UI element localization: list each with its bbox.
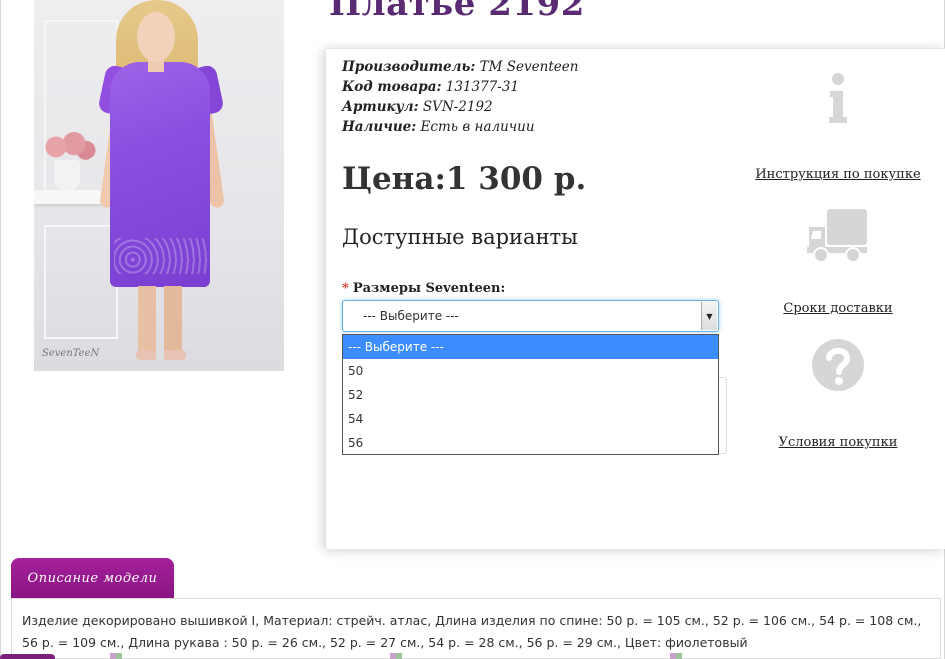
product-photo[interactable]: SevenTeeN bbox=[34, 0, 284, 371]
truck-icon bbox=[748, 209, 928, 267]
photo-vase bbox=[54, 160, 80, 190]
product-price: Цена:1 300 р. bbox=[342, 161, 586, 197]
meta-manufacturer: Производитель: TM Seventeen bbox=[342, 57, 578, 77]
size-select-value: --- Выберите --- bbox=[363, 309, 459, 323]
size-label: * Размеры Seventeen: bbox=[342, 281, 505, 296]
dropdown-option[interactable]: --- Выберите --- bbox=[343, 335, 718, 359]
size-select[interactable]: --- Выберите --- ▼ bbox=[342, 300, 719, 332]
photo-table bbox=[34, 190, 104, 204]
price-value: 1 300 р. bbox=[445, 161, 587, 197]
photo-dress-embroidery bbox=[114, 238, 208, 274]
page-title: Платье 2192 bbox=[329, 0, 585, 24]
side-info-block: Инструкция по покупке bbox=[748, 71, 928, 182]
side-terms-block: Условия покупки bbox=[748, 337, 928, 450]
description-text: Изделие декорировано вышивкой I, Материа… bbox=[22, 613, 922, 650]
options-title: Доступные варианты bbox=[342, 225, 578, 249]
required-mark: * bbox=[342, 281, 349, 296]
meta-availability-label: Наличие: bbox=[342, 119, 417, 135]
photo-wall-panel-lower bbox=[44, 225, 118, 339]
chevron-down-icon[interactable]: ▼ bbox=[701, 302, 717, 330]
meta-availability-value: Есть в наличии bbox=[420, 119, 535, 135]
meta-manufacturer-value: TM Seventeen bbox=[479, 59, 579, 75]
meta-code-value: 131377-31 bbox=[445, 79, 520, 95]
meta-manufacturer-label: Производитель: bbox=[342, 59, 476, 75]
tab-description[interactable]: Описание модели bbox=[11, 558, 174, 598]
dropdown-option[interactable]: 52 bbox=[343, 383, 718, 407]
size-label-text: Размеры Seventeen: bbox=[352, 281, 506, 296]
photo-model-legs bbox=[138, 286, 182, 356]
purchase-terms-link[interactable]: Условия покупки bbox=[748, 435, 928, 450]
size-dropdown-list: --- Выберите --- 50 52 54 56 bbox=[342, 334, 719, 455]
meta-code: Код товара: 131377-31 bbox=[342, 77, 578, 97]
side-delivery-block: Сроки доставки bbox=[748, 209, 928, 316]
photo-model-face bbox=[137, 12, 175, 62]
photo-signature: SevenTeeN bbox=[42, 348, 100, 359]
dropdown-option[interactable]: 56 bbox=[343, 431, 718, 455]
bottom-tab-edge bbox=[0, 654, 55, 659]
description-panel: Изделие декорировано вышивкой I, Материа… bbox=[11, 598, 941, 659]
meta-article: Артикул: SVN-2192 bbox=[342, 97, 578, 117]
meta-availability: Наличие: Есть в наличии bbox=[342, 117, 578, 137]
left-border bbox=[0, 0, 1, 659]
product-info-card: Производитель: TM Seventeen Код товара: … bbox=[326, 48, 945, 549]
photo-model-shoes bbox=[136, 350, 186, 360]
meta-article-label: Артикул: bbox=[342, 99, 419, 115]
meta-code-label: Код товара: bbox=[342, 79, 442, 95]
info-icon bbox=[748, 71, 928, 131]
meta-article-value: SVN-2192 bbox=[422, 99, 493, 115]
price-label: Цена: bbox=[342, 161, 446, 197]
delivery-time-link[interactable]: Сроки доставки bbox=[748, 301, 928, 316]
dropdown-option[interactable]: 54 bbox=[343, 407, 718, 431]
purchase-instructions-link[interactable]: Инструкция по покупке bbox=[748, 167, 928, 182]
question-icon bbox=[748, 337, 928, 397]
product-meta: Производитель: TM Seventeen Код товара: … bbox=[342, 57, 578, 137]
dropdown-option[interactable]: 50 bbox=[343, 359, 718, 383]
photo-flowers bbox=[38, 130, 98, 164]
bottom-decoration bbox=[0, 653, 945, 659]
